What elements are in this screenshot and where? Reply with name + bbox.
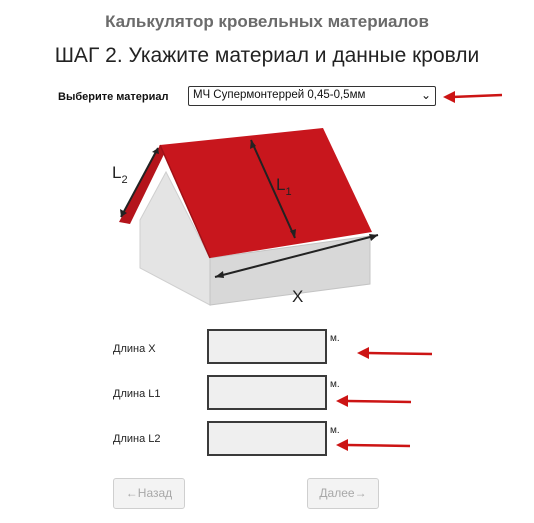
length-l1-unit: м.	[330, 379, 340, 390]
length-l1-input[interactable]	[207, 375, 327, 410]
length-l1-label: Длина L1	[113, 388, 161, 400]
length-l2-input[interactable]	[207, 421, 327, 456]
arrow-icon	[357, 347, 433, 359]
label-l2: L2	[112, 163, 128, 186]
arrow-icon	[443, 91, 503, 103]
back-button[interactable]: ←Назад	[113, 478, 185, 509]
length-l2-label: Длина L2	[113, 433, 161, 445]
arrow-icon	[336, 439, 411, 451]
arrow-icon	[336, 395, 412, 407]
length-l2-unit: м.	[330, 425, 340, 436]
length-x-unit: м.	[330, 333, 340, 344]
length-x-label: Длина X	[113, 343, 156, 355]
length-x-input[interactable]	[207, 329, 327, 364]
label-x: X	[292, 287, 303, 306]
next-button[interactable]: Далее→	[307, 478, 379, 509]
